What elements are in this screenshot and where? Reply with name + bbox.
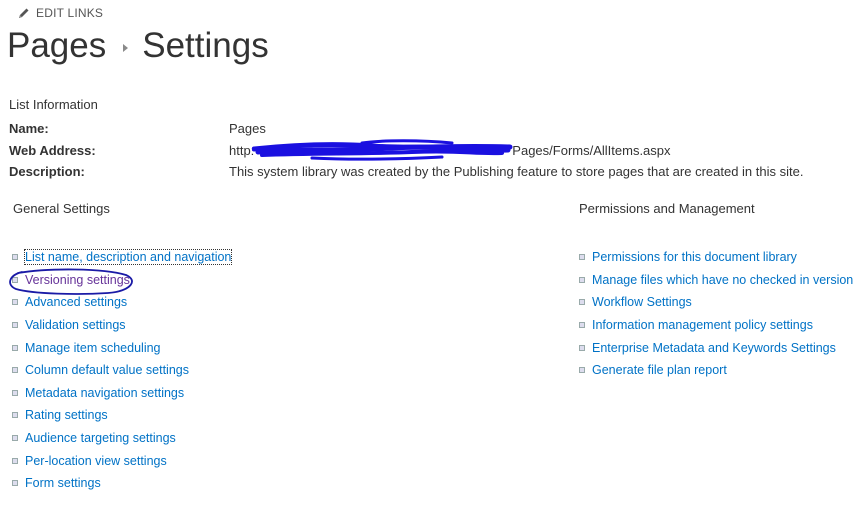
workflow-settings-link[interactable]: Workflow Settings: [592, 295, 692, 309]
bullet-icon: [12, 322, 18, 328]
bullet-icon: [579, 299, 585, 305]
information-management-policy-link[interactable]: Information management policy settings: [592, 318, 813, 332]
list-item: Generate file plan report: [579, 363, 727, 377]
list-item: Versioning settings: [12, 273, 130, 287]
validation-settings-link[interactable]: Validation settings: [25, 318, 126, 332]
bullet-icon: [579, 322, 585, 328]
web-address-prefix: http:: [229, 143, 255, 158]
versioning-settings-link[interactable]: Versioning settings: [25, 273, 130, 287]
generate-file-plan-report-link[interactable]: Generate file plan report: [592, 363, 727, 377]
rating-settings-link[interactable]: Rating settings: [25, 408, 108, 422]
bullet-icon: [579, 277, 585, 283]
list-item: List name, description and navigation: [12, 249, 233, 265]
web-address-suffix: Pages/Forms/AllItems.aspx: [512, 143, 671, 158]
metadata-navigation-settings-link[interactable]: Metadata navigation settings: [25, 386, 184, 400]
breadcrumb-arrow-icon: [123, 44, 129, 52]
manage-item-scheduling-link[interactable]: Manage item scheduling: [25, 341, 161, 355]
bullet-icon: [12, 458, 18, 464]
list-information-heading: List Information: [9, 97, 98, 112]
bullet-icon: [12, 254, 18, 260]
description-value: This system library was created by the P…: [229, 164, 804, 179]
advanced-settings-link[interactable]: Advanced settings: [25, 295, 127, 309]
list-item: Manage item scheduling: [12, 341, 161, 355]
settings-page: EDIT LINKS Pages Settings List Informati…: [0, 0, 854, 507]
pencil-icon: [18, 7, 30, 19]
list-item: Audience targeting settings: [12, 431, 176, 445]
list-item: Per-location view settings: [12, 454, 167, 468]
bullet-icon: [12, 345, 18, 351]
breadcrumb-pages[interactable]: Pages: [7, 26, 106, 66]
bullet-icon: [12, 299, 18, 305]
bullet-icon: [12, 412, 18, 418]
enterprise-metadata-keywords-link[interactable]: Enterprise Metadata and Keywords Setting…: [592, 341, 836, 355]
list-item: Manage files which have no checked in ve…: [579, 273, 853, 287]
bullet-icon: [579, 345, 585, 351]
list-item: Rating settings: [12, 408, 108, 422]
breadcrumb-settings: Settings: [142, 26, 269, 65]
description-label: Description:: [9, 164, 85, 179]
general-settings-heading: General Settings: [13, 201, 110, 216]
page-title: Pages Settings: [7, 26, 269, 66]
web-address-label: Web Address:: [9, 143, 96, 158]
edit-links-label: EDIT LINKS: [36, 6, 104, 20]
form-settings-link[interactable]: Form settings: [25, 476, 101, 490]
audience-targeting-settings-link[interactable]: Audience targeting settings: [25, 431, 176, 445]
bullet-icon: [579, 367, 585, 373]
list-item: Metadata navigation settings: [12, 386, 184, 400]
list-item: Validation settings: [12, 318, 126, 332]
column-default-value-settings-link[interactable]: Column default value settings: [25, 363, 189, 377]
list-item: Advanced settings: [12, 295, 127, 309]
list-item: Information management policy settings: [579, 318, 813, 332]
bullet-icon: [12, 435, 18, 441]
per-location-view-settings-link[interactable]: Per-location view settings: [25, 454, 167, 468]
permissions-management-heading: Permissions and Management: [579, 201, 755, 216]
list-item: Workflow Settings: [579, 295, 692, 309]
edit-links-button[interactable]: EDIT LINKS: [18, 6, 103, 20]
list-item: Column default value settings: [12, 363, 189, 377]
list-item: Permissions for this document library: [579, 250, 797, 264]
web-address-value: http: Pages/Forms/AllItems.aspx: [229, 138, 671, 161]
list-item: Enterprise Metadata and Keywords Setting…: [579, 341, 836, 355]
manage-unchecked-files-link[interactable]: Manage files which have no checked in ve…: [592, 273, 853, 287]
bullet-icon: [12, 367, 18, 373]
name-label: Name:: [9, 121, 49, 136]
bullet-icon: [12, 480, 18, 486]
bullet-icon: [12, 277, 18, 283]
permissions-document-library-link[interactable]: Permissions for this document library: [592, 250, 797, 264]
bullet-icon: [579, 254, 585, 260]
redaction-scribble: [252, 138, 513, 161]
bullet-icon: [12, 390, 18, 396]
list-item: Form settings: [12, 476, 101, 490]
list-name-description-navigation-link[interactable]: List name, description and navigation: [23, 249, 233, 265]
name-value: Pages: [229, 121, 266, 136]
